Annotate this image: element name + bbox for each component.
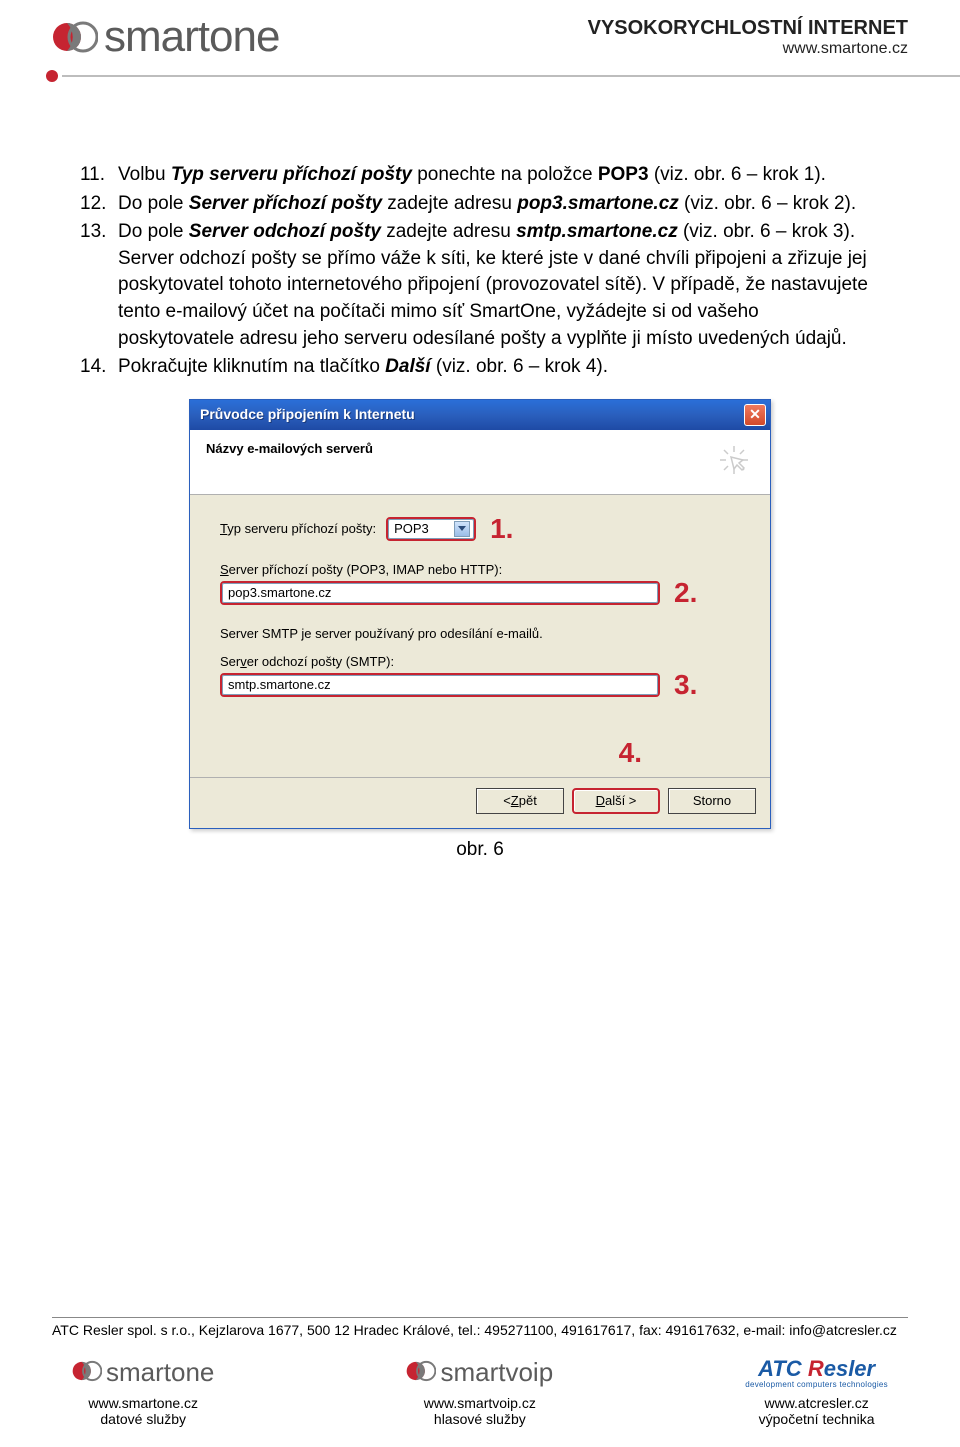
footer-columns: smartone www.smartone.cz datové služby s… xyxy=(52,1356,908,1427)
header-rule xyxy=(0,70,960,82)
smtp-statement: Server SMTP je server používaný pro odes… xyxy=(220,625,740,643)
incoming-server-input[interactable]: pop3.smartone.cz xyxy=(220,581,660,605)
cancel-button[interactable]: Storno xyxy=(668,788,756,814)
atc-logo-text: ATC Resler xyxy=(758,1356,875,1382)
footer-url-smartone: www.smartone.cz xyxy=(72,1395,214,1411)
step-text: Volbu Typ serveru příchozí pošty ponecht… xyxy=(118,162,880,189)
footer-col-smartvoip: smartvoip www.smartvoip.cz hlasové služb… xyxy=(406,1356,553,1427)
marker-1: 1. xyxy=(486,515,513,543)
footer-url-atcresler: www.atcresler.cz xyxy=(745,1395,888,1411)
step-number: 11. xyxy=(80,162,118,189)
dialog-heading: Názvy e-mailových serverů xyxy=(206,440,373,458)
atc-logo-sub: development computers technologies xyxy=(745,1380,888,1389)
marker-4: 4. xyxy=(615,739,642,767)
instruction-step: 11.Volbu Typ serveru příchozí pošty pone… xyxy=(80,162,880,189)
dialog-header-strip: Názvy e-mailových serverů xyxy=(190,430,770,495)
footer-col-atcresler: ATC Resler development computers technol… xyxy=(745,1356,888,1427)
marker-3: 3. xyxy=(670,671,697,699)
outgoing-server-row: smtp.smartone.cz 3. xyxy=(220,671,740,699)
smartone-logo-icon xyxy=(52,14,98,60)
server-type-value: POP3 xyxy=(394,520,429,538)
step-number: 12. xyxy=(80,191,118,218)
footer-url-smartvoip: www.smartvoip.cz xyxy=(406,1395,553,1411)
dialog-button-row: < Zpět Další > Storno xyxy=(190,777,770,828)
wizard-figure: Průvodce připojením k Internetu ✕ Názvy … xyxy=(189,399,771,864)
outgoing-server-label: Server odchozí pošty (SMTP): xyxy=(220,653,740,671)
instruction-step: 13.Do pole Server odchozí pošty zadejte … xyxy=(80,219,880,352)
incoming-server-row: pop3.smartone.cz 2. xyxy=(220,579,740,607)
marker-4-row: 4. xyxy=(220,739,740,767)
instruction-list: 11.Volbu Typ serveru příchozí pošty pone… xyxy=(0,82,960,864)
page-footer: ATC Resler spol. s r.o., Kejzlarova 1677… xyxy=(0,1317,960,1427)
smartone-logo-icon xyxy=(72,1356,102,1389)
wizard-dialog: Průvodce připojením k Internetu ✕ Názvy … xyxy=(189,399,771,830)
header-url: www.smartone.cz xyxy=(588,40,908,58)
chevron-down-icon xyxy=(454,521,470,537)
header-rule-line xyxy=(62,75,960,77)
brand-name: smartone xyxy=(104,12,279,62)
smartvoip-logo-icon xyxy=(406,1356,436,1389)
step-number: 13. xyxy=(80,219,118,352)
header-rule-dot-icon xyxy=(46,70,58,82)
outgoing-server-input[interactable]: smtp.smartone.cz xyxy=(220,673,660,697)
footer-logo-smartvoip: smartvoip xyxy=(406,1356,553,1389)
back-button[interactable]: < Zpět xyxy=(476,788,564,814)
step-number: 14. xyxy=(80,354,118,381)
next-button[interactable]: Další > xyxy=(572,788,660,814)
cursor-click-icon xyxy=(714,440,754,480)
dialog-title: Průvodce připojením k Internetu xyxy=(200,405,415,425)
instruction-step: 12.Do pole Server příchozí pošty zadejte… xyxy=(80,191,880,218)
step-text: Pokračujte kliknutím na tlačítko Další (… xyxy=(118,354,880,381)
dialog-titlebar: Průvodce připojením k Internetu ✕ xyxy=(190,400,770,430)
footer-desc-smartvoip: hlasové služby xyxy=(406,1411,553,1427)
dialog-body: Typ serveru příchozí pošty: POP3 1. Serv… xyxy=(190,495,770,778)
footer-logo-atcresler: ATC Resler development computers technol… xyxy=(745,1356,888,1389)
server-type-row: Typ serveru příchozí pošty: POP3 1. xyxy=(220,515,740,543)
footer-desc-smartone: datové služby xyxy=(72,1411,214,1427)
footer-desc-atcresler: výpočetní technika xyxy=(745,1411,888,1427)
header-right: VYSOKORYCHLOSTNÍ INTERNET www.smartone.c… xyxy=(588,17,908,58)
footer-legal: ATC Resler spol. s r.o., Kejzlarova 1677… xyxy=(52,1317,908,1338)
marker-2: 2. xyxy=(670,579,697,607)
step-text: Do pole Server odchozí pošty zadejte adr… xyxy=(118,219,880,352)
close-button[interactable]: ✕ xyxy=(744,404,766,426)
footer-col-smartone: smartone www.smartone.cz datové služby xyxy=(72,1356,214,1427)
footer-brand-smartvoip: smartvoip xyxy=(440,1357,553,1388)
footer-logo-smartone: smartone xyxy=(72,1356,214,1389)
instruction-step: 14.Pokračujte kliknutím na tlačítko Dalš… xyxy=(80,354,880,381)
header-tagline: VYSOKORYCHLOSTNÍ INTERNET xyxy=(588,17,908,40)
server-type-label: Typ serveru příchozí pošty: xyxy=(220,520,376,538)
page-header: smartone VYSOKORYCHLOSTNÍ INTERNET www.s… xyxy=(0,0,960,68)
footer-brand-smartone: smartone xyxy=(106,1357,214,1388)
step-text: Do pole Server příchozí pošty zadejte ad… xyxy=(118,191,880,218)
brand-logo: smartone xyxy=(52,12,279,62)
figure-caption: obr. 6 xyxy=(189,837,771,864)
server-type-select[interactable]: POP3 xyxy=(386,517,476,541)
incoming-server-label: Server příchozí pošty (POP3, IMAP nebo H… xyxy=(220,561,740,579)
